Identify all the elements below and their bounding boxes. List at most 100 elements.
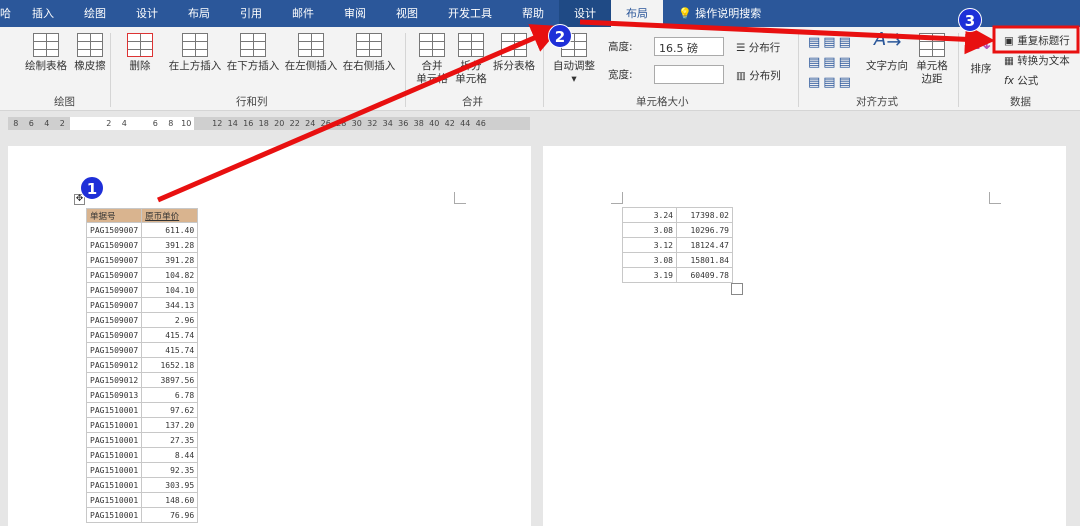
split-table-button[interactable]: 拆分表格 (490, 33, 538, 73)
insert-below-button[interactable]: 在下方插入 (224, 33, 282, 73)
tab-12[interactable]: 布局 (611, 0, 663, 27)
unit-price-cell[interactable]: 611.40 (141, 222, 199, 238)
alignment-grid[interactable]: ▤▤▤ ▤▤▤ ▤▤▤ (808, 33, 864, 93)
doc-number-cell[interactable]: PAG1510001 (85, 417, 143, 433)
eraser-button[interactable]: 橡皮擦 (70, 33, 110, 73)
table-2[interactable]: 3.24 17398.02 3.08 10296.79 3.12 18124.47 3.08… (622, 207, 733, 283)
tab-11[interactable]: 设计 (559, 0, 611, 27)
table-1[interactable]: 单据号 原币单价 PAG1509007 611.40 PAG1509007 391.28 P… (85, 208, 199, 523)
unit-price-cell[interactable]: 1652.18 (141, 357, 199, 373)
unit-price-cell[interactable]: 148.60 (141, 492, 199, 508)
doc-number-cell[interactable]: PAG1510001 (85, 477, 143, 493)
header-cell[interactable]: 原币单价 (141, 208, 199, 223)
doc-number-cell[interactable]: PAG1510001 (85, 462, 143, 478)
distribute-cols-button[interactable]: ▥ 分布列 (736, 68, 781, 83)
unit-price-cell[interactable]: 415.74 (141, 342, 199, 358)
merge-cells-button[interactable]: 合并 单元格 (412, 33, 452, 86)
doc-number-cell[interactable]: PAG1510001 (85, 432, 143, 448)
formula-button[interactable]: fx 公式 (1004, 73, 1038, 88)
table-row: PAG1510001 148.60 (85, 492, 199, 508)
repeat-header-rows-button[interactable]: ▣ 重复标题行 (1004, 33, 1070, 48)
unit-price-cell[interactable]: 303.95 (141, 477, 199, 493)
header-cell[interactable]: 单据号 (85, 208, 143, 223)
width-input[interactable] (654, 65, 724, 84)
insert-left-button[interactable]: 在左侧插入 (282, 33, 340, 73)
ruler-tick: 12 (212, 119, 223, 128)
doc-number-cell[interactable]: PAG1509007 (85, 327, 143, 343)
amount-cell[interactable]: 60409.78 (676, 267, 733, 283)
doc-number-cell[interactable]: PAG1509007 (85, 222, 143, 238)
doc-number-cell[interactable]: PAG1510001 (85, 402, 143, 418)
doc-number-cell[interactable]: PAG1509007 (85, 267, 143, 283)
split-cells-button[interactable]: 拆分 单元格 (452, 33, 490, 86)
tab-7[interactable]: 审阅 (329, 0, 381, 27)
tab-2[interactable]: 绘图 (69, 0, 121, 27)
unit-price-cell[interactable]: 415.74 (141, 327, 199, 343)
cell-margins-button[interactable]: 单元格 边距 (912, 33, 952, 86)
ruler-ticks: 8 6 4 2 2 4 6 8 10 12 14 16 18 20 22 24 26 28 30 32 34 36 38 40… (8, 117, 530, 130)
amount-cell[interactable]: 15801.84 (676, 252, 733, 268)
unit-price-cell[interactable]: 92.35 (141, 462, 199, 478)
doc-number-cell[interactable]: PAG1509007 (85, 312, 143, 328)
unit-price-cell[interactable]: 3897.56 (141, 372, 199, 388)
tab-5[interactable]: 引用 (225, 0, 277, 27)
unit-price-cell[interactable]: 137.20 (141, 417, 199, 433)
unit-price-cell[interactable]: 76.96 (141, 507, 199, 523)
rate-cell[interactable]: 3.19 (622, 267, 677, 283)
rate-cell[interactable]: 3.24 (622, 207, 677, 223)
rate-cell[interactable]: 3.08 (622, 252, 677, 268)
doc-number-cell[interactable]: PAG1509012 (85, 357, 143, 373)
unit-price-cell[interactable]: 2.96 (141, 312, 199, 328)
doc-number-cell[interactable]: PAG1509007 (85, 282, 143, 298)
doc-number-cell[interactable]: PAG1509007 (85, 237, 143, 253)
doc-number-cell[interactable]: PAG1509007 (85, 342, 143, 358)
tab-3[interactable]: 设计 (121, 0, 173, 27)
unit-price-cell[interactable]: 97.62 (141, 402, 199, 418)
horizontal-ruler[interactable]: 8 6 4 2 2 4 6 8 10 12 14 16 18 20 22 24 26 28 30 32 34 36 38 40… (0, 112, 1080, 134)
tab-0[interactable]: 哈 (0, 0, 17, 27)
unit-price-cell[interactable]: 104.10 (141, 282, 199, 298)
tab-8[interactable]: 视图 (381, 0, 433, 27)
convert-to-text-button[interactable]: ▦ 转换为文本 (1004, 53, 1070, 68)
amount-cell[interactable]: 10296.79 (676, 222, 733, 238)
table-row: PAG1510001 97.62 (85, 402, 199, 418)
tab-6[interactable]: 邮件 (277, 0, 329, 27)
distribute-rows-button[interactable]: ☰ 分布行 (736, 40, 780, 55)
insert-above-button[interactable]: 在上方插入 (166, 33, 224, 73)
unit-price-cell[interactable]: 8.44 (141, 447, 199, 463)
tab-9[interactable]: 开发工具 (433, 0, 507, 27)
unit-price-cell[interactable]: 344.13 (141, 297, 199, 313)
delete-button[interactable]: 删除 (122, 33, 158, 73)
text-direction-icon: A⇉ (874, 29, 902, 50)
draw-table-button[interactable]: 绘制表格 (22, 33, 70, 73)
document-page-1[interactable]: ✥ 单据号 原币单价 PAG1509007 611.40 PAG1509007 391.2… (8, 146, 531, 526)
doc-number-cell[interactable]: PAG1509012 (85, 372, 143, 388)
doc-number-cell[interactable]: PAG1510001 (85, 507, 143, 523)
amount-cell[interactable]: 17398.02 (676, 207, 733, 223)
insert-right-button[interactable]: 在右侧插入 (340, 33, 398, 73)
tell-me-search[interactable]: 💡 操作说明搜索 (663, 0, 776, 27)
unit-price-cell[interactable]: 391.28 (141, 252, 199, 268)
amount-cell[interactable]: 18124.47 (676, 237, 733, 253)
doc-number-cell[interactable]: PAG1509013 (85, 387, 143, 403)
height-input[interactable]: 16.5 磅 (654, 37, 724, 56)
document-page-2[interactable]: 3.24 17398.02 3.08 10296.79 3.12 18124.47 3.08… (543, 146, 1066, 526)
text-direction-button[interactable]: A⇉ 文字方向 (864, 29, 910, 73)
sort-icon: Z↓ (968, 34, 994, 53)
doc-number-cell[interactable]: PAG1510001 (85, 447, 143, 463)
table-resize-handle[interactable] (731, 283, 743, 295)
tab-1[interactable]: 插入 (17, 0, 69, 27)
unit-price-cell[interactable]: 27.35 (141, 432, 199, 448)
unit-price-cell[interactable]: 104.82 (141, 267, 199, 283)
unit-price-cell[interactable]: 391.28 (141, 237, 199, 253)
unit-price-cell[interactable]: 6.78 (141, 387, 199, 403)
ruler-tick: 40 (429, 119, 440, 128)
rate-cell[interactable]: 3.08 (622, 222, 677, 238)
tab-4[interactable]: 布局 (173, 0, 225, 27)
rate-cell[interactable]: 3.12 (622, 237, 677, 253)
sort-button[interactable]: Z↓ 排序 (966, 34, 996, 76)
tab-10[interactable]: 帮助 (507, 0, 559, 27)
doc-number-cell[interactable]: PAG1510001 (85, 492, 143, 508)
doc-number-cell[interactable]: PAG1509007 (85, 297, 143, 313)
doc-number-cell[interactable]: PAG1509007 (85, 252, 143, 268)
